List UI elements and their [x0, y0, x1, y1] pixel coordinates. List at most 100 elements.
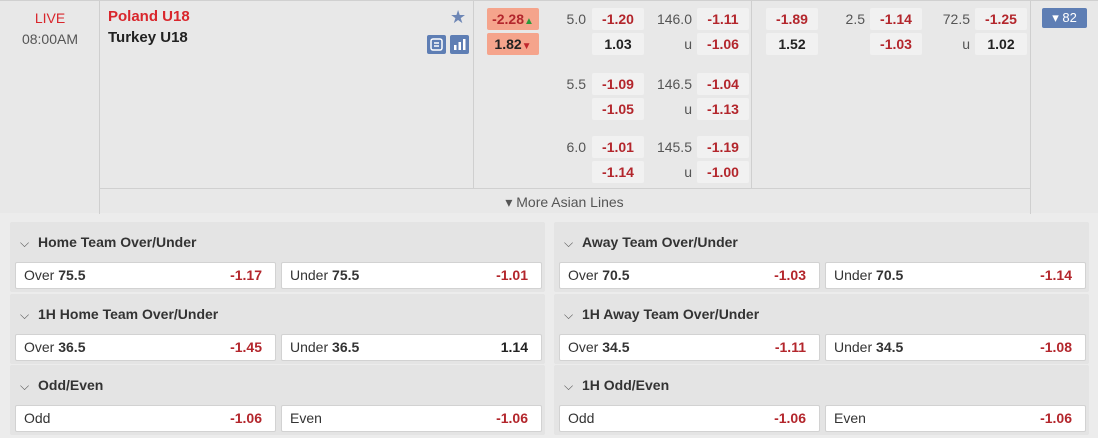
- market-header[interactable]: ⌵ 1H Home Team Over/Under: [20, 306, 218, 323]
- chevron-down-icon: ⌵: [20, 236, 30, 250]
- market-title: 1H Away Team Over/Under: [582, 306, 760, 322]
- market-odd-even: ⌵ Odd/Even Odd -1.06 Even -1.06: [10, 365, 545, 435]
- option-label: Under: [834, 267, 873, 283]
- option-odds: -1.08: [1040, 339, 1072, 355]
- chevron-down-icon: ⌵: [564, 236, 574, 250]
- handicap-away-odds[interactable]: -1.14: [592, 161, 644, 183]
- live-badge: LIVE: [34, 10, 66, 26]
- option-odds: -1.06: [1040, 410, 1072, 426]
- first-half-total-under-odds[interactable]: 1.02: [975, 33, 1027, 55]
- divider: [473, 1, 474, 188]
- chevron-down-icon: ▾: [1052, 10, 1059, 25]
- more-markets-button[interactable]: ▾ 82: [1042, 8, 1087, 28]
- total-over-odds[interactable]: -1.19: [697, 136, 749, 158]
- handicap-away-odds[interactable]: 1.03: [592, 33, 644, 55]
- market-title: Away Team Over/Under: [582, 234, 738, 250]
- bar-chart-icon[interactable]: [450, 35, 469, 54]
- bet-option[interactable]: Over 34.5 -1.11: [559, 334, 820, 361]
- option-line: 34.5: [602, 339, 630, 355]
- divider: [1030, 1, 1031, 214]
- moneyline-away-odds[interactable]: 1.82▼: [487, 33, 539, 55]
- option-line: 75.5: [332, 267, 360, 283]
- total-line: 145.5: [656, 139, 692, 155]
- option-odds: -1.03: [774, 267, 806, 283]
- option-odds: -1.17: [230, 267, 262, 283]
- option-label: Over: [568, 339, 599, 355]
- market-header[interactable]: ⌵ 1H Away Team Over/Under: [564, 306, 759, 323]
- bet-option[interactable]: Even -1.06: [281, 405, 542, 432]
- star-icon[interactable]: ★: [450, 8, 466, 26]
- option-label: Even: [834, 410, 866, 426]
- option-label: Under: [290, 267, 329, 283]
- total-line: 146.5: [656, 76, 692, 92]
- market-1h-away-team-over-under: ⌵ 1H Away Team Over/Under Over 34.5 -1.11 …: [554, 294, 1089, 364]
- handicap-line: 5.5: [566, 76, 586, 92]
- bet-option[interactable]: Under 34.5 -1.08: [825, 334, 1086, 361]
- more-asian-lines-toggle[interactable]: ▾ More Asian Lines: [99, 188, 1030, 214]
- bet-option[interactable]: Over 75.5 -1.17: [15, 262, 276, 289]
- option-line: 36.5: [58, 339, 86, 355]
- total-under-odds[interactable]: -1.13: [697, 98, 749, 120]
- market-header[interactable]: ⌵ Home Team Over/Under: [20, 234, 196, 251]
- option-label: Odd: [568, 410, 595, 426]
- market-header[interactable]: ⌵ Away Team Over/Under: [564, 234, 738, 251]
- first-half-total-over-odds[interactable]: -1.25: [975, 8, 1027, 30]
- handicap-home-odds[interactable]: -1.20: [592, 8, 644, 30]
- moneyline-home-odds[interactable]: -2.28▲: [487, 8, 539, 30]
- first-half-moneyline-away-odds[interactable]: 1.52: [766, 33, 818, 55]
- option-line: 70.5: [602, 267, 630, 283]
- option-line: 70.5: [876, 267, 904, 283]
- handicap-away-odds[interactable]: -1.05: [592, 98, 644, 120]
- option-label: Over: [24, 339, 55, 355]
- stats-icon[interactable]: [427, 35, 446, 54]
- first-half-handicap-home-odds[interactable]: -1.14: [870, 8, 922, 30]
- home-team-name[interactable]: Poland U18: [108, 8, 190, 25]
- option-odds: -1.45: [230, 339, 262, 355]
- option-odds: -1.01: [496, 267, 528, 283]
- handicap-home-odds[interactable]: -1.09: [592, 73, 644, 95]
- option-label: Under: [290, 339, 329, 355]
- option-label: Odd: [24, 410, 51, 426]
- option-odds: -1.06: [230, 410, 262, 426]
- market-title: Odd/Even: [38, 377, 104, 393]
- away-team-name[interactable]: Turkey U18: [108, 29, 188, 46]
- handicap-line: 6.0: [566, 139, 586, 155]
- option-odds: 1.14: [500, 339, 528, 355]
- handicap-line: 5.0: [566, 11, 586, 27]
- total-over-odds[interactable]: -1.04: [697, 73, 749, 95]
- bet-option[interactable]: Odd -1.06: [15, 405, 276, 432]
- match-status: LIVE 08:00AM: [0, 9, 100, 48]
- bet-option[interactable]: Under 70.5 -1.14: [825, 262, 1086, 289]
- total-over-odds[interactable]: -1.11: [697, 8, 749, 30]
- first-half-moneyline-home-odds[interactable]: -1.89: [766, 8, 818, 30]
- match-time: 08:00AM: [21, 31, 79, 47]
- chevron-down-icon: ⌵: [20, 379, 30, 393]
- first-half-total-line: 72.5: [942, 11, 970, 27]
- under-label: u: [962, 36, 970, 52]
- total-under-odds[interactable]: -1.06: [697, 33, 749, 55]
- option-odds: -1.14: [1040, 267, 1072, 283]
- total-under-odds[interactable]: -1.00: [697, 161, 749, 183]
- bet-option[interactable]: Odd -1.06: [559, 405, 820, 432]
- handicap-home-odds[interactable]: -1.01: [592, 136, 644, 158]
- odds-down-arrow-icon: ▼: [521, 41, 532, 52]
- odds-up-arrow-icon: ▲: [524, 16, 534, 27]
- bet-option[interactable]: Under 36.5 1.14: [281, 334, 542, 361]
- chevron-down-icon: ⌵: [564, 379, 574, 393]
- more-asian-lines-label: More Asian Lines: [516, 194, 624, 210]
- market-away-team-over-under: ⌵ Away Team Over/Under Over 70.5 -1.03 Und…: [554, 222, 1089, 292]
- market-header[interactable]: ⌵ 1H Odd/Even: [564, 377, 669, 394]
- bet-option[interactable]: Over 36.5 -1.45: [15, 334, 276, 361]
- divider: [751, 1, 752, 188]
- bet-option[interactable]: Under 75.5 -1.01: [281, 262, 542, 289]
- option-odds: -1.06: [774, 410, 806, 426]
- market-header[interactable]: ⌵ Odd/Even: [20, 377, 103, 394]
- under-label: u: [684, 36, 692, 52]
- bet-option[interactable]: Over 70.5 -1.03: [559, 262, 820, 289]
- market-1h-home-team-over-under: ⌵ 1H Home Team Over/Under Over 36.5 -1.45 …: [10, 294, 545, 364]
- market-1h-odd-even: ⌵ 1H Odd/Even Odd -1.06 Even -1.06: [554, 365, 1089, 435]
- first-half-handicap-away-odds[interactable]: -1.03: [870, 33, 922, 55]
- first-half-handicap-line: 2.5: [845, 11, 865, 27]
- option-line: 34.5: [876, 339, 904, 355]
- bet-option[interactable]: Even -1.06: [825, 405, 1086, 432]
